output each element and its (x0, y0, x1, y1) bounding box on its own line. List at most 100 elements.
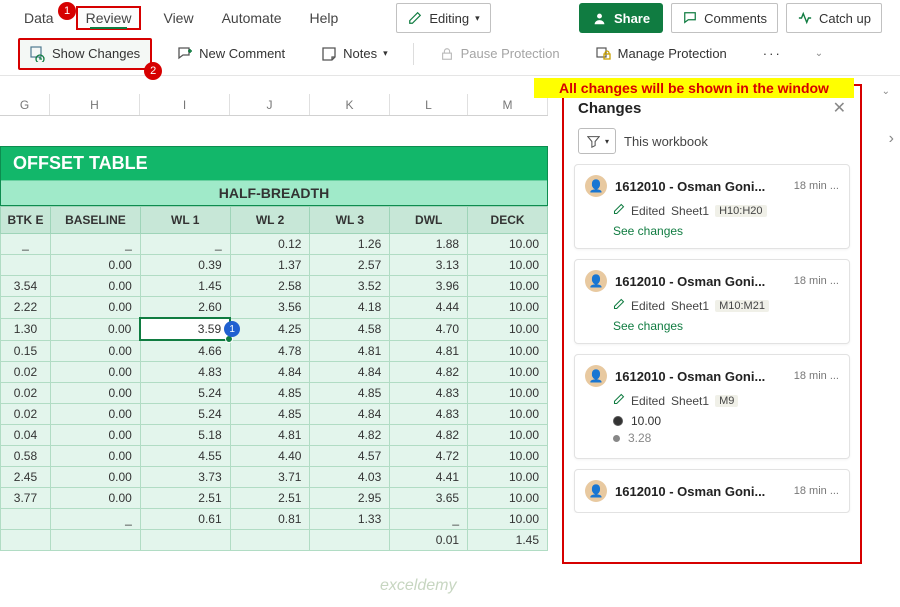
table-cell[interactable]: 0.00 (50, 467, 140, 488)
new-comment-button[interactable]: New Comment (166, 41, 296, 67)
table-cell[interactable]: 0.00 (50, 362, 140, 383)
table-cell[interactable]: 4.70 (390, 318, 468, 340)
table-cell[interactable]: 2.51 (230, 488, 310, 509)
table-cell[interactable]: 2.51 (140, 488, 230, 509)
table-cell[interactable]: 4.83 (390, 404, 468, 425)
table-cell[interactable]: 10.00 (468, 234, 548, 255)
table-cell[interactable]: 1.88 (390, 234, 468, 255)
table-cell[interactable]: 4.85 (230, 404, 310, 425)
table-cell[interactable]: 3.73 (140, 467, 230, 488)
show-changes-button[interactable]: Show Changes 2 (18, 38, 152, 70)
manage-protection-button[interactable]: Manage Protection (585, 41, 738, 67)
table-cell[interactable]: 0.00 (50, 383, 140, 404)
table-cell[interactable]: 4.03 (310, 467, 390, 488)
panel-collapse-icon[interactable]: ⌄ (882, 86, 890, 97)
table-cell[interactable]: 4.85 (310, 383, 390, 404)
table-cell[interactable]: 0.00 (50, 276, 140, 297)
col-header[interactable]: G (0, 94, 50, 115)
table-cell[interactable]: 1.37 (230, 255, 310, 276)
table-cell[interactable]: 10.00 (468, 297, 548, 319)
table-cell[interactable]: 10.00 (468, 404, 548, 425)
table-cell[interactable]: _ (390, 509, 468, 530)
col-header[interactable]: H (50, 94, 140, 115)
col-header[interactable]: I (140, 94, 230, 115)
catchup-button[interactable]: Catch up (786, 3, 882, 33)
table-cell[interactable]: 10.00 (468, 509, 548, 530)
table-cell[interactable]: _ (140, 234, 230, 255)
table-cell[interactable]: 4.82 (390, 362, 468, 383)
table-cell[interactable]: 10.00 (468, 467, 548, 488)
tab-view[interactable]: View (157, 6, 199, 30)
table-cell[interactable]: 3.591 (140, 318, 230, 340)
table-cell[interactable]: 10.00 (468, 255, 548, 276)
more-button[interactable]: ··· (752, 41, 793, 66)
table-cell[interactable]: 4.72 (390, 446, 468, 467)
table-cell[interactable]: 3.65 (390, 488, 468, 509)
table-cell[interactable]: 2.45 (1, 467, 51, 488)
table-cell[interactable]: 4.81 (230, 425, 310, 446)
table-cell[interactable]: 0.04 (1, 425, 51, 446)
table-cell[interactable]: 0.00 (50, 297, 140, 319)
editing-mode-dropdown[interactable]: Editing ▾ (396, 3, 490, 33)
side-expand-icon[interactable]: › (889, 130, 894, 148)
table-cell[interactable]: _ (50, 234, 140, 255)
spreadsheet-area[interactable]: GHIJKLM OFFSET TABLE HALF-BREADTH BTK EB… (0, 76, 548, 564)
table-cell[interactable]: 4.83 (390, 383, 468, 404)
table-cell[interactable]: 4.44 (390, 297, 468, 319)
table-cell[interactable]: 4.55 (140, 446, 230, 467)
table-cell[interactable]: 0.00 (50, 446, 140, 467)
table-cell[interactable]: 0.01 (390, 530, 468, 551)
table-cell[interactable] (1, 255, 51, 276)
table-cell[interactable] (230, 530, 310, 551)
table-cell[interactable]: 0.12 (230, 234, 310, 255)
table-cell[interactable]: 4.78 (230, 340, 310, 362)
see-changes-link[interactable]: See changes (613, 319, 683, 333)
table-cell[interactable]: 3.77 (1, 488, 51, 509)
table-cell[interactable]: 2.95 (310, 488, 390, 509)
table-cell[interactable]: _ (1, 234, 51, 255)
ribbon-collapse-icon[interactable]: ⌄ (815, 48, 823, 59)
table-cell[interactable]: 3.54 (1, 276, 51, 297)
change-card[interactable]: 👤1612010 - Osman Goni...18 min ...Edited… (574, 259, 850, 344)
table-cell[interactable]: 10.00 (468, 340, 548, 362)
table-cell[interactable]: 2.57 (310, 255, 390, 276)
share-button[interactable]: Share (579, 3, 663, 33)
table-cell[interactable]: _ (50, 509, 140, 530)
table-cell[interactable]: 2.58 (230, 276, 310, 297)
table-cell[interactable]: 0.39 (140, 255, 230, 276)
table-cell[interactable]: 4.84 (230, 362, 310, 383)
table-cell[interactable]: 4.84 (310, 404, 390, 425)
filter-button[interactable]: ▾ (578, 128, 616, 154)
table-cell[interactable]: 0.02 (1, 362, 51, 383)
table-cell[interactable]: 3.13 (390, 255, 468, 276)
table-cell[interactable]: 4.58 (310, 318, 390, 340)
col-header[interactable]: K (310, 94, 390, 115)
table-cell[interactable]: 0.00 (50, 425, 140, 446)
offset-table[interactable]: BTK EBASELINEWL 1WL 2WL 3DWLDECK ___0.12… (0, 206, 548, 551)
table-cell[interactable]: 4.18 (310, 297, 390, 319)
table-cell[interactable]: 10.00 (468, 488, 548, 509)
table-cell[interactable]: 4.25 (230, 318, 310, 340)
table-cell[interactable]: 0.00 (50, 318, 140, 340)
table-cell[interactable]: 0.81 (230, 509, 310, 530)
table-cell[interactable]: 3.71 (230, 467, 310, 488)
change-card[interactable]: 👤1612010 - Osman Goni...18 min ...Edited… (574, 354, 850, 459)
table-cell[interactable]: 10.00 (468, 276, 548, 297)
table-cell[interactable]: 3.96 (390, 276, 468, 297)
col-header[interactable]: J (230, 94, 310, 115)
table-cell[interactable] (1, 509, 51, 530)
table-cell[interactable]: 1.33 (310, 509, 390, 530)
table-cell[interactable]: 0.02 (1, 404, 51, 425)
table-cell[interactable]: 4.66 (140, 340, 230, 362)
table-cell[interactable]: 4.83 (140, 362, 230, 383)
tab-help[interactable]: Help (304, 6, 345, 30)
table-cell[interactable]: 3.56 (230, 297, 310, 319)
change-card[interactable]: 👤1612010 - Osman Goni...18 min ... (574, 469, 850, 513)
tab-review[interactable]: Review (76, 6, 142, 30)
table-cell[interactable]: 5.24 (140, 404, 230, 425)
table-cell[interactable]: 4.81 (390, 340, 468, 362)
table-cell[interactable]: 4.82 (390, 425, 468, 446)
table-cell[interactable]: 0.02 (1, 383, 51, 404)
table-cell[interactable]: 4.81 (310, 340, 390, 362)
table-cell[interactable]: 1.26 (310, 234, 390, 255)
